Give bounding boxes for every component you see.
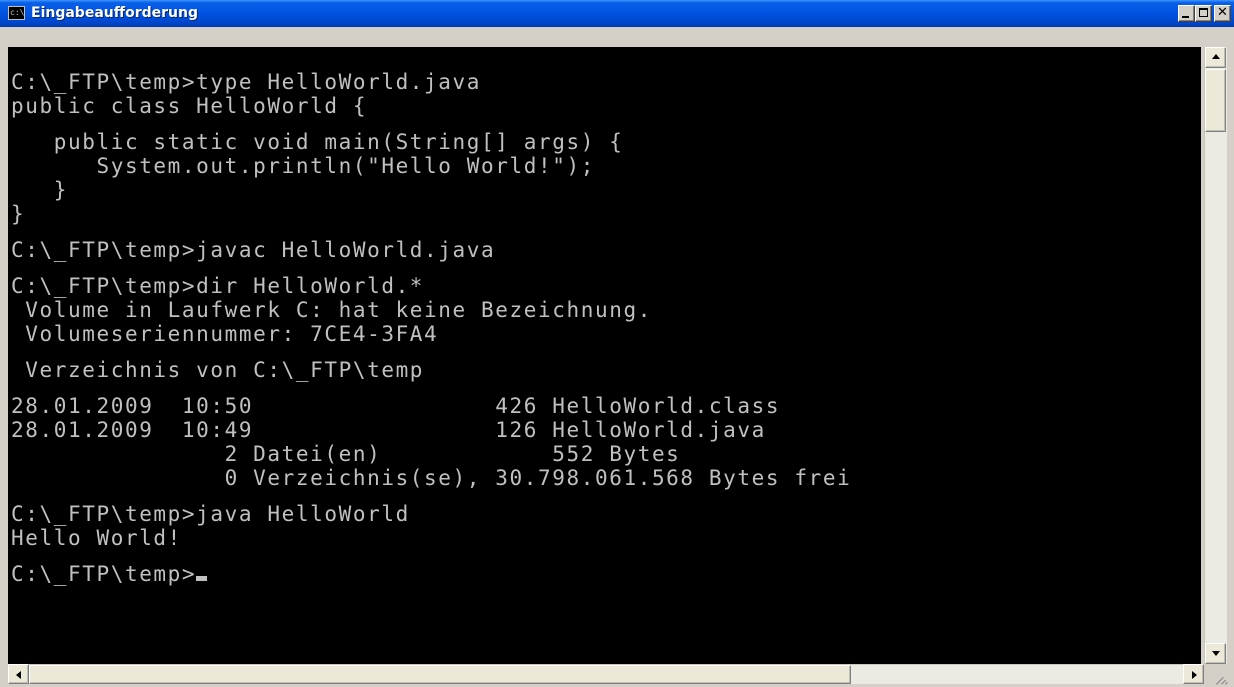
scroll-right-button[interactable]: [1183, 664, 1204, 684]
console-line: Hello World!: [11, 526, 182, 550]
horizontal-scroll-thumb[interactable]: [29, 665, 851, 684]
vertical-scrollbar[interactable]: [1204, 47, 1227, 664]
maximize-button[interactable]: [1195, 5, 1212, 22]
console-line: }: [11, 178, 68, 202]
prompt-text: C:\_FTP\temp>: [11, 562, 197, 586]
scroll-down-button[interactable]: [1205, 643, 1226, 664]
maximize-icon: [1199, 8, 1208, 17]
minimize-icon: [1182, 16, 1189, 18]
console-text: C:\_FTP\temp>type HelloWorld.java public …: [11, 70, 851, 586]
scroll-left-button[interactable]: [8, 664, 29, 684]
console-line: C:\_FTP\temp>java HelloWorld: [11, 502, 410, 526]
console-line: 0 Verzeichnis(se), 30.798.061.568 Bytes …: [11, 466, 852, 490]
console-line: Verzeichnis von C:\_FTP\temp: [11, 358, 425, 382]
window-title: Eingabeaufforderung: [31, 5, 198, 21]
scroll-up-button[interactable]: [1205, 47, 1226, 68]
resize-grip-icon[interactable]: [1204, 664, 1234, 687]
console-line: }: [11, 202, 26, 226]
arrow-left-icon: [16, 671, 21, 679]
close-button[interactable]: ✕: [1214, 5, 1231, 22]
minimize-button[interactable]: [1178, 5, 1195, 22]
console-line: 2 Datei(en) 552 Bytes: [11, 442, 681, 466]
text-cursor: [196, 576, 208, 581]
title-bar[interactable]: c:\ Eingabeaufforderung ✕: [0, 0, 1234, 27]
arrow-right-icon: [1192, 671, 1197, 679]
console-line: C:\_FTP\temp>dir HelloWorld.*: [11, 274, 425, 298]
console-line: public class HelloWorld {: [11, 94, 368, 118]
console-window: c:\ Eingabeaufforderung ✕ C:\_FTP\temp>t…: [0, 0, 1234, 687]
console-line: 28.01.2009 10:49 126 HelloWorld.java: [11, 418, 766, 442]
console-prompt: C:\_FTP\temp>: [11, 562, 851, 586]
console-line: C:\_FTP\temp>javac HelloWorld.java: [11, 238, 496, 262]
console-line: Volume in Laufwerk C: hat keine Bezeichn…: [11, 298, 652, 322]
arrow-down-icon: [1212, 651, 1220, 656]
vertical-scroll-thumb[interactable]: [1205, 69, 1226, 132]
horizontal-scrollbar[interactable]: [8, 664, 1204, 684]
arrow-up-icon: [1212, 54, 1220, 59]
console-output-area[interactable]: C:\_FTP\temp>type HelloWorld.java public …: [8, 47, 1201, 664]
cmd-icon[interactable]: c:\: [8, 6, 25, 20]
console-line: public static void main(String[] args) {: [11, 130, 624, 154]
console-line: 28.01.2009 10:50 426 HelloWorld.class: [11, 394, 781, 418]
console-line: System.out.println("Hello World!");: [11, 154, 595, 178]
console-line: C:\_FTP\temp>type HelloWorld.java: [11, 70, 482, 94]
close-icon: ✕: [1217, 5, 1228, 20]
console-line: Volumeseriennummer: 7CE4-3FA4: [11, 322, 439, 346]
